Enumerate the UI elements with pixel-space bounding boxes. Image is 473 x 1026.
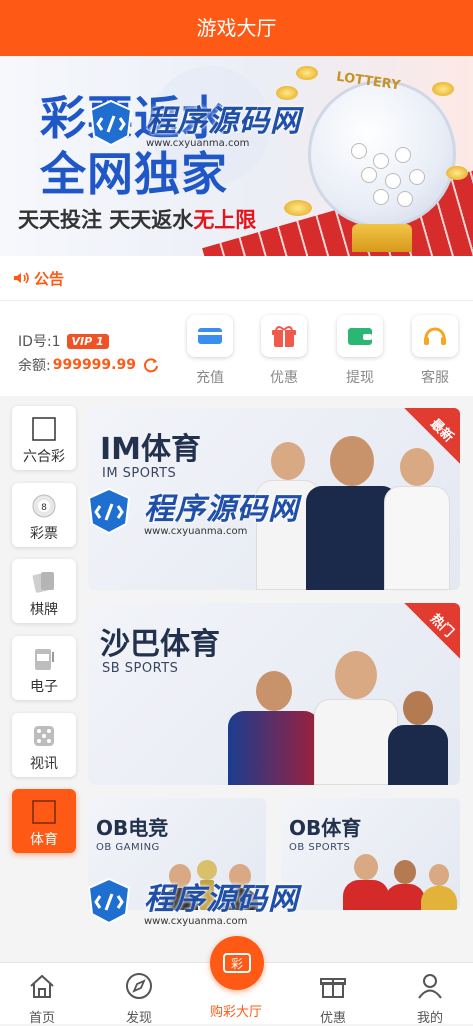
speaker-icon xyxy=(14,272,29,284)
balance-value: 999999.99 xyxy=(52,357,136,373)
lottery-glyph: 彩 xyxy=(231,957,243,971)
sidebar-item-live[interactable]: 视讯 xyxy=(12,713,76,777)
user-id-row: ID号:1 VIP 1 xyxy=(18,331,109,351)
sidebar-item-electronic[interactable]: 电子 xyxy=(12,636,76,700)
tab-label: 首页 xyxy=(28,1011,55,1026)
game-card-title: OB体育 xyxy=(289,816,362,840)
player-illustration xyxy=(228,671,320,785)
square-icon xyxy=(32,800,56,824)
game-card-subtitle: OB SPORTS xyxy=(289,842,351,853)
cards-icon xyxy=(32,572,54,593)
player-illustration xyxy=(385,860,425,910)
tab-home[interactable]: 首页 xyxy=(2,971,82,1026)
game-card-title: OB电竞 xyxy=(96,816,169,840)
promo-button[interactable]: 优惠 xyxy=(259,315,309,387)
banner-subtitle: 天天投注 天天返水无上限 xyxy=(18,204,256,234)
withdraw-button[interactable]: 提现 xyxy=(335,315,385,387)
coin-icon xyxy=(276,86,298,100)
recharge-label: 充值 xyxy=(196,370,224,386)
tab-discover[interactable]: 发现 xyxy=(99,971,179,1026)
sidebar-item-label: 电子 xyxy=(30,679,58,695)
sidebar-item-label: 棋牌 xyxy=(30,602,58,618)
square-icon xyxy=(32,417,56,441)
promo-banner[interactable]: LOTTERY 彩票返水 全网独家 天天投注 天天返水无上限 xyxy=(0,56,473,256)
gift-icon xyxy=(320,978,346,998)
compass-icon xyxy=(126,973,152,999)
lottery-ball-icon: 8 xyxy=(32,494,56,518)
tab-mine[interactable]: 我的 xyxy=(390,971,470,1026)
dice-icon xyxy=(34,726,54,746)
lottery-icon: 彩 xyxy=(223,953,251,973)
coin-icon xyxy=(432,82,454,96)
promo-label: 优惠 xyxy=(270,370,298,386)
game-card-subtitle: OB GAMING xyxy=(96,842,160,853)
tab-label: 我的 xyxy=(416,1011,443,1026)
gift-icon xyxy=(261,315,307,357)
game-card-subtitle: SB SPORTS xyxy=(102,661,179,676)
notice-label: 公告 xyxy=(34,269,65,288)
balance-row: 余额: 999999.99 xyxy=(18,355,160,375)
banner-title-line2: 全网独家 xyxy=(40,147,228,201)
watermark-url: www.cxyuanma.com xyxy=(144,916,248,927)
home-icon xyxy=(30,974,54,998)
lottery-globe-graphic xyxy=(308,80,456,228)
tab-promotions[interactable]: 优惠 xyxy=(293,971,373,1026)
user-id: ID号:1 xyxy=(18,334,61,350)
recharge-button[interactable]: 充值 xyxy=(185,315,235,387)
game-card-title: IM体育 xyxy=(100,432,202,467)
player-illustration xyxy=(388,691,448,785)
sidebar-item-label: 视讯 xyxy=(30,756,58,772)
coin-icon xyxy=(296,66,318,80)
sidebar-item-label: 六合彩 xyxy=(23,449,65,465)
game-card-subtitle: IM SPORTS xyxy=(102,466,177,481)
game-card-ob-sports[interactable]: OB体育 OB SPORTS xyxy=(281,798,460,910)
player-illustration xyxy=(384,448,450,590)
withdraw-label: 提现 xyxy=(346,370,374,386)
banner-subtitle-highlight: 无上限 xyxy=(193,208,257,232)
svg-text:8: 8 xyxy=(41,503,47,513)
banner-subtitle-text: 天天投注 天天返水 xyxy=(18,208,194,232)
game-card-im-sports[interactable]: IM体育 IM SPORTS 最新 xyxy=(88,408,460,590)
sidebar-item-lottery[interactable]: 8 彩票 xyxy=(12,483,76,547)
sidebar-item-label: 彩票 xyxy=(30,526,58,542)
sidebar-item-liuhecai[interactable]: 六合彩 xyxy=(12,406,76,470)
sidebar-item-label: 体育 xyxy=(30,832,58,848)
player-illustration xyxy=(343,854,389,910)
tab-label: 优惠 xyxy=(319,1011,346,1026)
sidebar-item-sports[interactable]: 体育 xyxy=(12,789,76,853)
card-icon xyxy=(187,315,233,357)
refresh-icon[interactable] xyxy=(142,356,160,374)
support-button[interactable]: 客服 xyxy=(410,315,460,387)
account-panel: ID号:1 VIP 1 余额: 999999.99 充值 优惠 提现 客服 xyxy=(0,300,473,396)
slot-machine-icon xyxy=(35,649,54,670)
support-label: 客服 xyxy=(421,370,449,386)
vip-badge: VIP 1 xyxy=(66,333,109,349)
game-card-title: 沙巴体育 xyxy=(100,627,220,662)
wallet-icon xyxy=(337,315,383,357)
coin-icon xyxy=(446,166,468,180)
lottery-stand-graphic xyxy=(352,224,412,252)
trophy-illustration xyxy=(192,860,222,910)
user-icon xyxy=(418,974,442,999)
notice-bar[interactable]: 公告 xyxy=(0,256,473,300)
player-illustration xyxy=(421,864,457,910)
game-card-ob-gaming[interactable]: OB电竞 OB GAMING xyxy=(88,798,266,910)
headset-icon xyxy=(412,315,458,357)
tab-lottery-hall[interactable]: 购彩大厅 xyxy=(196,995,276,1020)
lottery-hall-center-button[interactable]: 彩 xyxy=(210,936,264,990)
game-card-sb-sports[interactable]: 沙巴体育 SB SPORTS 热门 xyxy=(88,603,460,785)
player-illustration xyxy=(314,651,398,785)
sidebar-item-cards[interactable]: 棋牌 xyxy=(12,559,76,623)
page-title: 游戏大厅 xyxy=(0,0,473,56)
player-illustration xyxy=(222,864,258,910)
balance-label: 余额: xyxy=(18,358,51,374)
coin-icon xyxy=(284,200,312,216)
tab-label: 购彩大厅 xyxy=(209,1005,262,1020)
tab-label: 发现 xyxy=(125,1011,152,1026)
